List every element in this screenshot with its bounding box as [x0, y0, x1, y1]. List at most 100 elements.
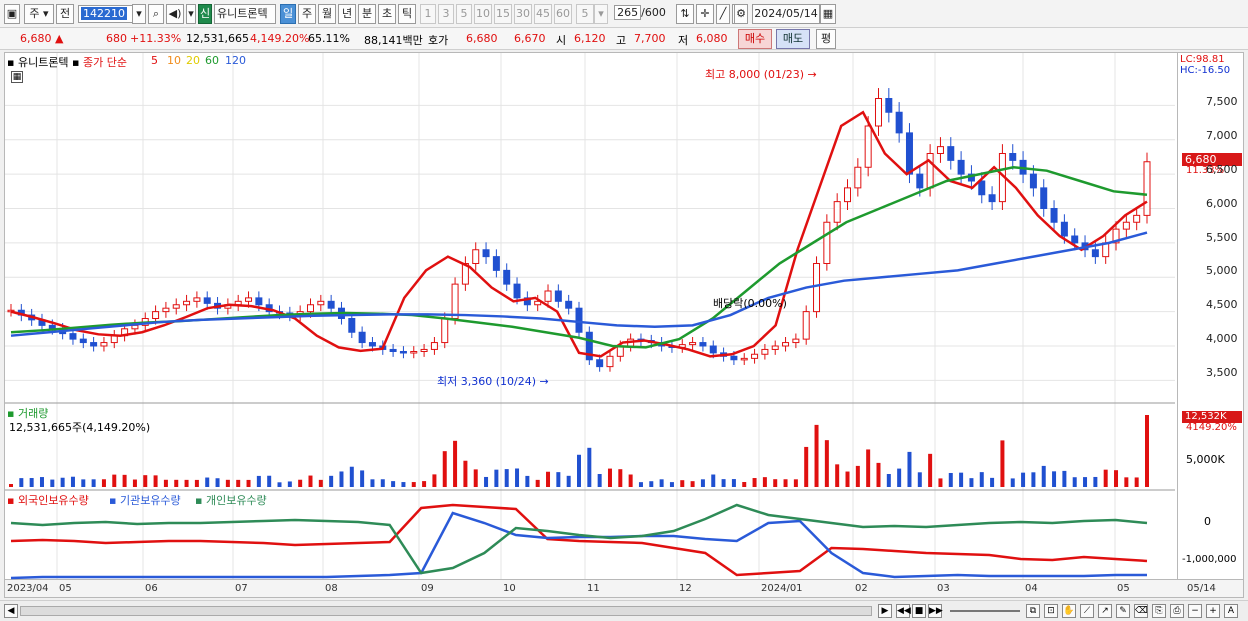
minute-15-button[interactable]: 15 [494, 4, 512, 24]
period-year-button[interactable]: 년 [338, 4, 356, 24]
candle-body [957, 159, 965, 175]
period-type-select[interactable]: 주 ▾ [24, 4, 54, 24]
calendar-icon[interactable]: ▦ [820, 4, 836, 24]
zoom-in-icon[interactable]: + [1206, 604, 1220, 618]
x-label-08: 08 [325, 583, 338, 594]
buy-button[interactable]: 매수 [738, 29, 772, 49]
chevron-down-icon-2[interactable]: ▾ [186, 4, 196, 24]
volume-bar [246, 479, 251, 487]
volume-tick: 5,000K [1186, 453, 1225, 466]
period-week-button[interactable]: 주 [298, 4, 316, 24]
candle-body [606, 355, 614, 368]
volume-bar [318, 479, 323, 487]
minute-45-button[interactable]: 45 [534, 4, 552, 24]
x-label-09: 09 [421, 583, 434, 594]
candle-body [761, 348, 769, 355]
x-label-02: 02 [855, 583, 868, 594]
chart-tool-icon[interactable]: ⇅ [676, 4, 694, 24]
volume-bar [50, 479, 55, 487]
sell-button[interactable]: 매도 [776, 29, 810, 49]
volume-bar [731, 479, 736, 487]
volume-bar [979, 472, 984, 487]
volume-bar [122, 474, 127, 487]
draw-tool-icon[interactable]: ╱ [716, 4, 730, 24]
chart-area[interactable]: ▪ 유니트론텍 ▪ 종가 단순 5 10 20 60 120 ▦ 최고 8,00… [4, 52, 1178, 580]
layout-icon[interactable]: ▣ [4, 4, 20, 24]
zoom-slider[interactable] [950, 610, 1020, 612]
speaker-icon[interactable]: ◀) [166, 4, 184, 24]
interval-input[interactable]: 5 [576, 4, 594, 24]
arrow-tool-icon[interactable]: ↗ [1098, 604, 1112, 618]
font-size-icon[interactable]: A [1224, 604, 1238, 618]
period-day-button[interactable]: 일 [280, 4, 296, 24]
eraser-icon[interactable]: ⌫ [1134, 604, 1148, 618]
capture-icon[interactable]: ⊡ [1044, 604, 1058, 618]
scroll-track[interactable] [20, 606, 872, 616]
x-label-05: 05 [59, 583, 72, 594]
search-icon[interactable]: ⌕ [148, 4, 164, 24]
chart-svg [5, 53, 1175, 580]
holdings-tick-0: 0 [1204, 515, 1211, 528]
candle-body [420, 348, 428, 352]
candle-body [978, 180, 986, 196]
volume-bar [225, 479, 230, 487]
fit-icon[interactable]: ⧉ [1026, 604, 1040, 618]
minute-1-button[interactable]: 1 [420, 4, 436, 24]
ma-120-label: 120 [225, 54, 246, 67]
bid-label: 호가 [428, 34, 449, 47]
candle-body [854, 166, 862, 189]
x-label-05-14: 05/14 [1187, 583, 1216, 594]
scroll-left-icon[interactable]: ◀ [4, 604, 18, 618]
volume-bar [535, 479, 540, 487]
table-icon[interactable]: ▦ [11, 71, 23, 83]
eval-button[interactable]: 평 [816, 29, 836, 49]
ma-label: 종가 단순 [83, 56, 127, 69]
candle-body [782, 342, 790, 347]
volume-bar [9, 484, 13, 487]
minute-30-button[interactable]: 30 [514, 4, 532, 24]
period-month-button[interactable]: 월 [318, 4, 336, 24]
volume-bar [473, 469, 478, 487]
period-minute-button[interactable]: 분 [358, 4, 376, 24]
volume-bar [194, 479, 199, 487]
stop-icon[interactable]: ■ [912, 604, 926, 618]
prev-button[interactable]: 전 [56, 4, 74, 24]
candle-body [90, 342, 98, 347]
pen-tool-icon[interactable]: ✎ [1116, 604, 1130, 618]
candle-body [1122, 221, 1130, 230]
view-count[interactable]: 265/600 [612, 4, 668, 24]
candle-body [596, 359, 604, 368]
volume-bar [907, 451, 912, 487]
minute-3-button[interactable]: 3 [438, 4, 454, 24]
line-tool-icon[interactable]: ⟋ [1080, 604, 1094, 618]
last-page-icon[interactable]: ▶▶ [928, 604, 943, 618]
volume-bar [546, 471, 551, 487]
date-input[interactable]: 2024/05/14 [752, 4, 820, 24]
first-page-icon[interactable]: ◀◀ [896, 604, 911, 618]
candle-body [410, 351, 418, 354]
volume-bar [432, 474, 437, 487]
scroll-right-icon[interactable]: ▶ [878, 604, 892, 618]
interval-dropdown[interactable]: ▾ [594, 4, 608, 24]
zoom-out-icon[interactable]: − [1188, 604, 1202, 618]
ask-price-value: 6,680 [466, 32, 498, 45]
candle-body [833, 201, 841, 223]
minute-5-button[interactable]: 5 [456, 4, 472, 24]
copy-icon[interactable]: ⎘ [1152, 604, 1166, 618]
crosshair-icon[interactable]: ✛ [696, 4, 714, 24]
hand-icon[interactable]: ✋ [1062, 604, 1076, 618]
chevron-down-icon[interactable]: ▾ [132, 4, 146, 24]
candle-body [689, 342, 697, 346]
period-tick-button[interactable]: 틱 [398, 4, 416, 24]
last-volume-pct: 4149.20% [1186, 422, 1237, 433]
volume-bar [866, 449, 871, 487]
minute-60-button[interactable]: 60 [554, 4, 572, 24]
volume-bar [566, 475, 571, 487]
period-second-button[interactable]: 초 [378, 4, 396, 24]
amount-value: 88,141백만 [364, 34, 423, 47]
volume-bar [112, 474, 117, 487]
minute-10-button[interactable]: 10 [474, 4, 492, 24]
gear-icon[interactable]: ⚙ [734, 4, 748, 24]
low-annotation: 최저 3,360 (10/24) → [437, 375, 549, 388]
print-icon[interactable]: ⎙ [1170, 604, 1184, 618]
